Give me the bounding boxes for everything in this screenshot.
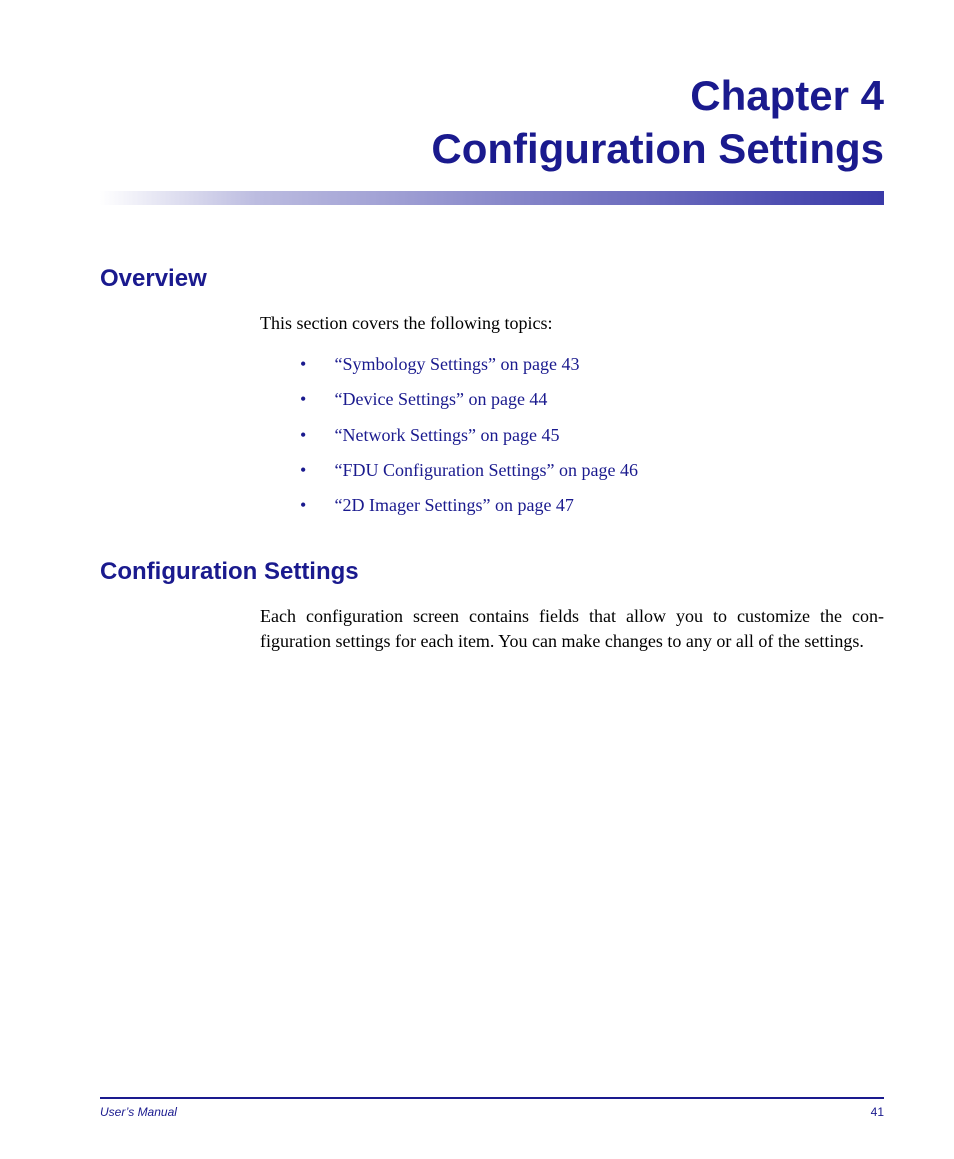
page: Chapter 4 Configuration Settings Overvie… bbox=[0, 0, 954, 1159]
footer-row: User’s Manual 41 bbox=[100, 1105, 884, 1119]
topic-link[interactable]: “2D Imager Settings” on page 47 bbox=[335, 495, 574, 515]
title-rule bbox=[100, 191, 884, 205]
topic-item: • “Network Settings” on page 45 bbox=[300, 423, 884, 448]
bullet-icon: • bbox=[300, 458, 330, 483]
overview-intro: This section covers the following topics… bbox=[260, 311, 884, 336]
overview-topics-container: • “Symbology Settings” on page 43 • “Dev… bbox=[260, 352, 884, 518]
chapter-number: Chapter 4 bbox=[690, 72, 884, 119]
page-footer: User’s Manual 41 bbox=[100, 1097, 884, 1119]
topic-link[interactable]: “Symbology Settings” on page 43 bbox=[335, 354, 580, 374]
topics-list: • “Symbology Settings” on page 43 • “Dev… bbox=[260, 352, 884, 518]
topic-item: • “Device Settings” on page 44 bbox=[300, 387, 884, 412]
footer-doc-title: User’s Manual bbox=[100, 1105, 177, 1119]
topic-link[interactable]: “Device Settings” on page 44 bbox=[335, 389, 548, 409]
config-body: Each configuration screen contains field… bbox=[260, 604, 884, 654]
chapter-title: Chapter 4 Configuration Settings bbox=[100, 70, 884, 175]
topic-link[interactable]: “FDU Configuration Settings” on page 46 bbox=[335, 460, 638, 480]
overview-heading: Overview bbox=[100, 265, 884, 293]
topic-item: • “Symbology Settings” on page 43 bbox=[300, 352, 884, 377]
config-heading: Configuration Settings bbox=[100, 558, 884, 586]
chapter-name: Configuration Settings bbox=[431, 125, 884, 172]
footer-rule bbox=[100, 1097, 884, 1099]
bullet-icon: • bbox=[300, 352, 330, 377]
page-number: 41 bbox=[871, 1105, 884, 1119]
topic-link[interactable]: “Network Settings” on page 45 bbox=[335, 425, 560, 445]
bullet-icon: • bbox=[300, 387, 330, 412]
bullet-icon: • bbox=[300, 493, 330, 518]
bullet-icon: • bbox=[300, 423, 330, 448]
topic-item: • “FDU Configuration Settings” on page 4… bbox=[300, 458, 884, 483]
topic-item: • “2D Imager Settings” on page 47 bbox=[300, 493, 884, 518]
